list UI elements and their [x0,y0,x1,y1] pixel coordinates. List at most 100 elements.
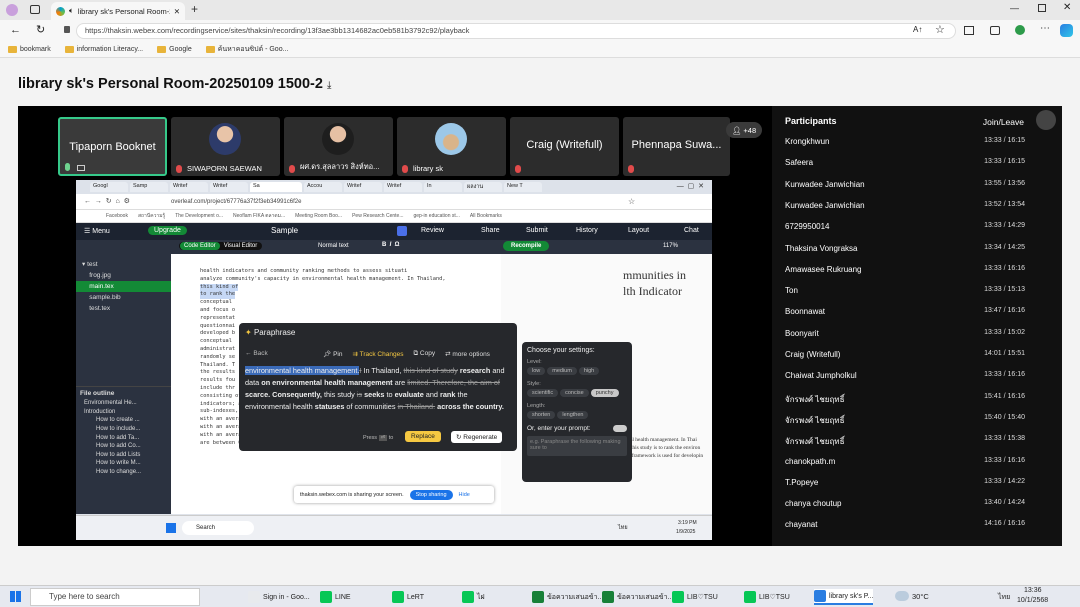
browser-tab-bar: 🔈︎ library sk's Personal Room-20 ✕ + — ✕ [0,0,1080,20]
file-outline-title: File outline [76,386,171,400]
start-icon[interactable] [10,591,21,602]
more-participants-badge[interactable]: 👤︎ +48 [726,122,762,138]
participant-name: library sk [413,164,444,173]
inner-clock-date: 1/9/2025 [676,529,696,535]
join-leave-time: 13:47 / 16:16 [984,307,1025,315]
file-tree-item: frog.jpg [82,272,111,279]
read-aloud-icon[interactable]: A↑ [913,25,922,34]
app-label: Sign in - Goo... [263,593,310,601]
taskbar-app[interactable]: ข้อความเสนอข้า... [602,589,673,605]
app-icon [462,591,474,603]
outline-item: How to add Co... [96,443,141,450]
participant-name: Safeera [785,158,814,168]
participant-name: จักรพงศ์ ไชยฤทธิ์ [785,437,845,447]
taskbar-app[interactable]: LeRT [392,589,424,605]
participant-row: Thaksina Vongraksa 13:34 / 14:25 [785,244,1025,258]
profile-icon[interactable] [6,4,18,16]
join-leave-time: 13:33 / 14:29 [984,222,1025,230]
mic-muted-icon [515,165,521,173]
tab-webex-recording[interactable]: 🔈︎ library sk's Personal Room-20 ✕ [51,2,185,20]
taskbar-app[interactable]: ข้อความเสนอข้า... [532,589,603,605]
taskbar-search[interactable]: Type here to search [30,588,200,606]
recompile-button: Recompile [503,241,550,251]
app-icon [602,591,614,603]
back-icon[interactable]: ← [10,24,21,36]
folder-icon [8,46,17,53]
taskbar-app[interactable]: LIB♡TSU [672,589,718,605]
more-options-action: ⇄ more options [445,351,490,358]
weather-icon[interactable] [895,591,909,601]
video-tile: SIWAPORN SAEWAN [171,117,280,176]
tab-actions-icon[interactable] [30,5,40,14]
inner-bookmark: Meeting Room Boo... [295,213,343,219]
paraphrase-back: ← Back [245,350,268,357]
inner-bookmark: สถานีความรู้ [137,213,166,219]
join-leave-time: 13:33 / 16:16 [984,371,1025,379]
taskbar-app[interactable]: LINE [320,589,351,605]
minimize-button[interactable]: — [1010,3,1019,13]
extension-icon[interactable] [1015,25,1025,35]
app-icon [744,591,756,603]
shared-screen: Googl Samp Writef Writef Sa Accou Writef Writef… [76,180,712,540]
video-tile: ผศ.ดร.สุลลาวร สิงห์ทอ... [284,117,393,176]
video-tile: Phennapa Suwa... [623,117,730,176]
reload-icon[interactable]: ↻ [36,23,45,36]
download-icon[interactable]: ⤓ [327,80,331,91]
taskbar-app[interactable]: library sk's P... [814,589,874,605]
bookmark-label: information Literacy... [76,46,144,53]
app-label: LINE [335,593,351,601]
copilot-icon[interactable] [1060,24,1073,37]
bookmark-folder[interactable]: information Literacy... [64,46,144,53]
replace-button: Replace [405,431,441,442]
more-options-icon[interactable]: ⋯ [1040,23,1050,34]
restore-button[interactable] [1038,4,1046,12]
inner-url: overleaf.com/project/67776a37f2f3eb34991… [171,199,302,205]
input-language[interactable]: ไทย [998,592,1010,603]
participant-name: chanokpath.m [785,456,836,466]
participant-name: Chaiwat Jumpholkul [785,371,857,381]
inner-nav-icons: ← → ↻ ⌂ ⚙ [84,198,130,205]
outline-item: How to include... [96,426,141,433]
participant-name: 6729950014 [785,222,830,232]
inner-start-icon [166,523,176,533]
taskbar-app[interactable]: ไฝ [462,589,485,605]
participant-row: chayanat 14:16 / 16:16 [785,520,1025,534]
clock-time[interactable]: 13:36 [1024,587,1042,594]
participant-row: จักรพงศ์ ไชยฤทธิ์ 15:40 / 15:40 [785,414,1025,428]
outline-item: Environmental He... [84,400,137,407]
inner-bookmark: Neoflam FIKA ตลาดม... [233,213,286,219]
folder-icon [157,46,167,53]
join-leave-time: 13:33 / 15:02 [984,328,1025,336]
mic-muted-icon [176,165,182,173]
participant-list-icon[interactable] [1036,110,1056,130]
bookmark-google-search[interactable]: ค้นหาคอนซิปต์ - Goo... [205,44,288,55]
overleaf-menu-button: ☰ Menu [84,228,110,235]
bookmark-label: Google [169,46,192,53]
taskbar-app[interactable]: LIB♡TSU [744,589,790,605]
prompt-toggle [613,425,627,432]
speaker-icon[interactable]: 🔈︎ [69,6,74,16]
mic-muted-icon [289,165,295,173]
weather-temp[interactable]: 30°C [912,592,929,601]
close-tab-icon[interactable]: ✕ [174,7,180,16]
mic-muted-icon [628,165,634,173]
format-icons: B I Ω [382,242,400,248]
taskbar-app[interactable]: Sign in - Goo... [248,589,310,605]
collections-icon[interactable] [990,26,1000,35]
split-screen-icon[interactable] [964,26,974,35]
style-label: Style: [527,381,541,387]
url-input[interactable]: https://thaksin.webex.com/recordingservi… [76,23,956,39]
clock-date[interactable]: 10/1/2568 [1017,597,1048,604]
bookmark-folder[interactable]: bookmark [8,46,51,53]
bookmark-google[interactable]: Google [157,46,192,53]
overleaf-tex-icon [397,226,407,236]
inner-clock-time: 3:19 PM [678,520,697,526]
favorite-star-icon[interactable]: ☆ [935,23,945,36]
app-label: library sk's P... [829,592,874,600]
paraphrase-popup: ✦ Paraphrase ← Back 📌︎ Pin ⇉ Track Chang… [239,323,517,451]
close-window-button[interactable]: ✕ [1063,2,1071,13]
new-tab-button[interactable]: + [191,2,198,16]
press-hint: Press ⏎ to [363,435,394,441]
tab-title: library sk's Personal Room-20 [77,6,170,16]
track-changes-action: ⇉ Track Changes [352,351,404,358]
